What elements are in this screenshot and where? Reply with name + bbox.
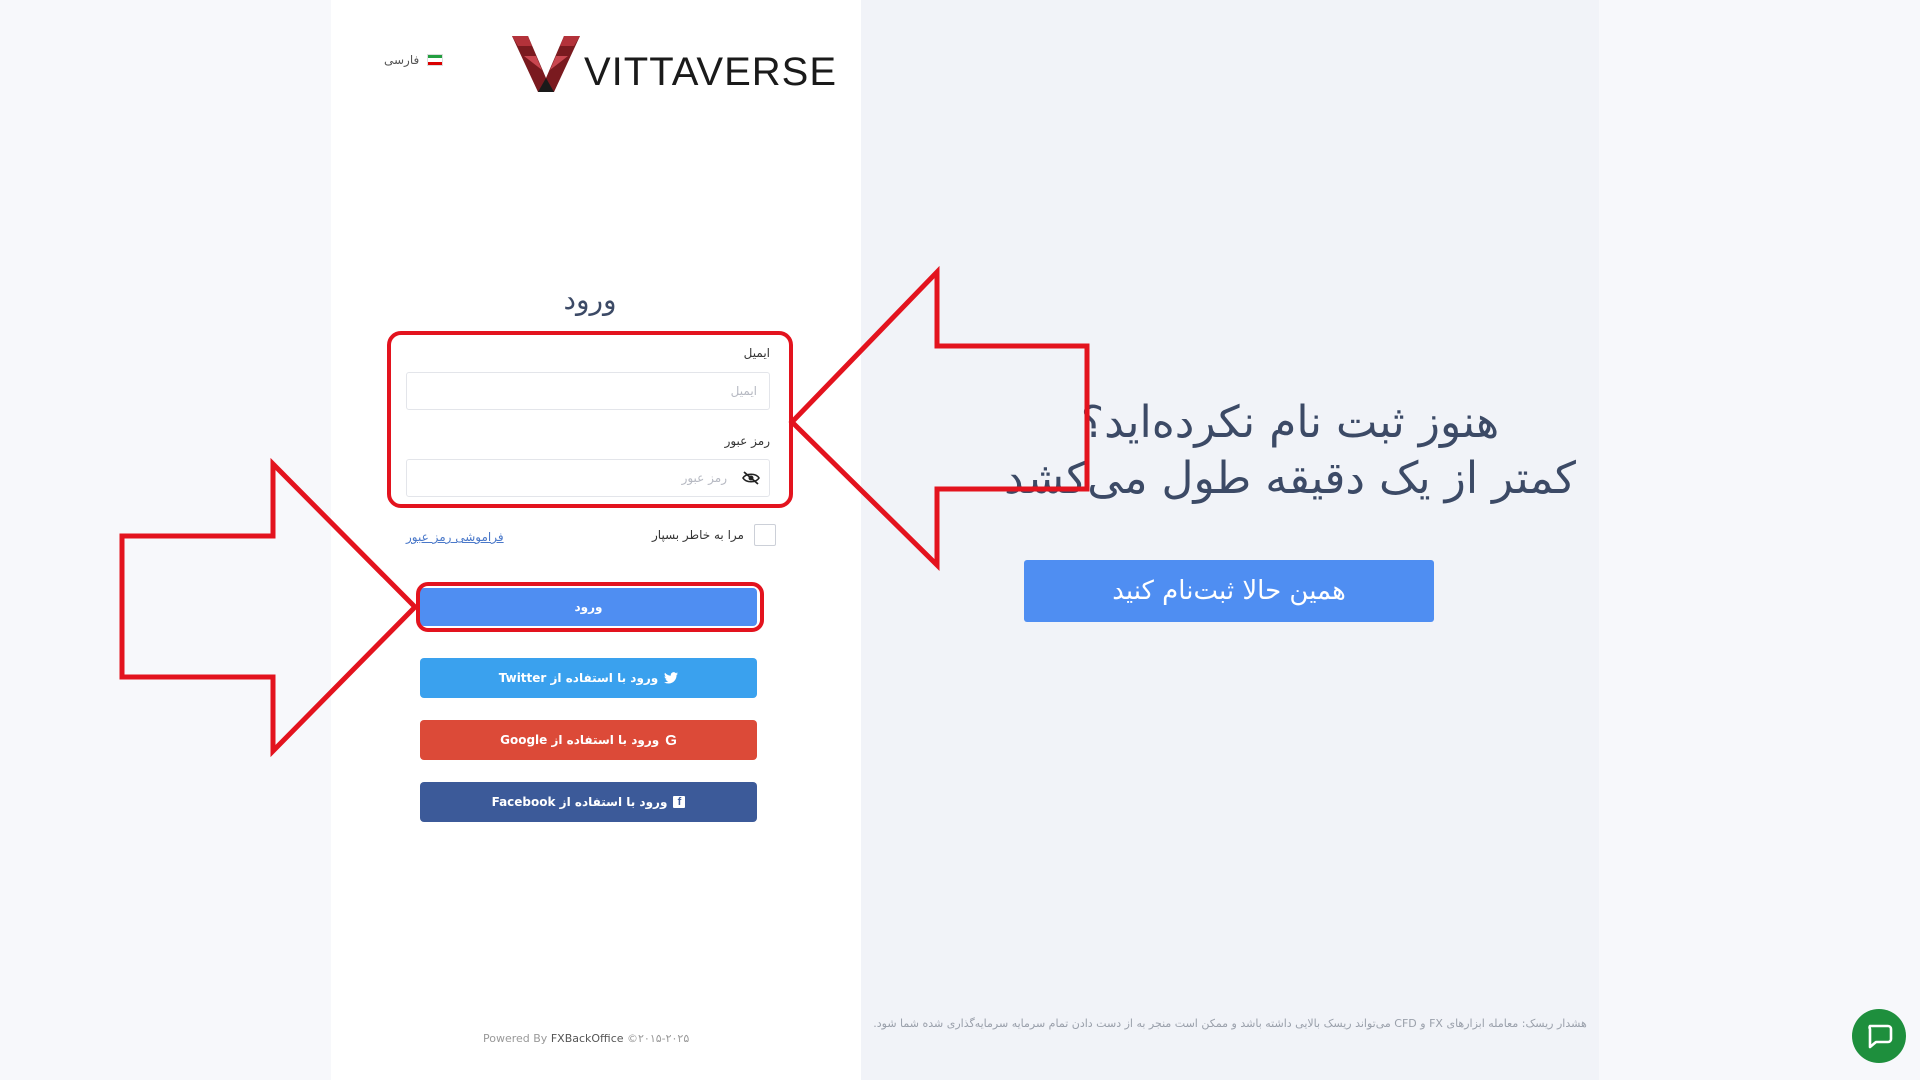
- annotation-arrows: [119, 265, 1090, 758]
- arrow-pointing-to-fields: [788, 265, 1090, 571]
- arrow-pointing-to-login-button: [119, 457, 419, 758]
